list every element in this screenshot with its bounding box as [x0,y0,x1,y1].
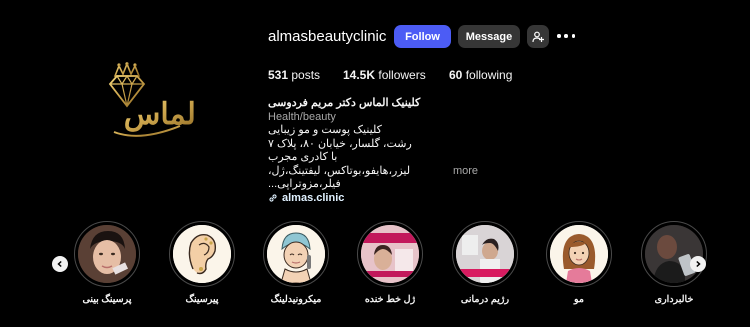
highlight-item[interactable]: ژل خط خنده [350,221,430,305]
bio-line: کلینیک پوست و مو زیبایی [268,124,382,136]
message-button[interactable]: Message [458,25,520,48]
following-count: 60 [449,68,463,82]
bio-line: لیزر،هایفو،بوتاکس، لیفتینگ،ژل، فیلر،مزوت… [268,164,411,191]
bio-category: Health/beauty [268,110,336,123]
hair-illustration-icon [550,225,608,283]
chevron-left-icon [57,260,62,268]
highlight-item[interactable]: پرسینگ بینی [67,221,147,305]
followers-label: followers [378,68,426,82]
suggest-user-button[interactable] [527,25,549,48]
following-label: following [465,68,513,82]
bio-display-name: کلینیک الماس دکتر مریم فردوسی [268,97,421,109]
followers-count: 14.5K [343,68,376,82]
profile-username: almasbeautyclinic [268,28,387,45]
bio-link-text: almas.clinic [282,191,345,204]
highlight-label: پیرسینگ [185,294,219,305]
highlights-next-button[interactable] [690,256,706,272]
highlight-item[interactable]: مو [539,221,619,305]
highlight-label: خالبرداری [654,294,694,305]
bio-line: رشت، گلسار، خیابان ۸۰، پلاک ۷ [268,137,412,150]
profile-bio: کلینیک الماس دکتر مریم فردوسی Health/bea… [268,97,478,205]
follow-button[interactable]: Follow [394,25,451,48]
portrait-photo-icon [78,225,136,283]
highlight-item[interactable]: پیرسینگ [162,221,242,305]
highlight-label: ژل خط خنده [364,294,416,305]
following-stat[interactable]: 60 following [449,68,512,82]
highlight-item[interactable]: رژیم درمانی [445,221,525,305]
phone-photo-icon [645,225,703,283]
bio-line: با کادری مجرب [268,151,338,163]
logo-wordmark: الماس [124,97,198,132]
bio-more-link[interactable]: more [453,165,478,179]
followers-stat[interactable]: 14.5K followers [343,68,426,82]
diamond-crown-logo-icon: الماس [108,61,204,137]
add-person-icon [532,31,544,42]
clinic-photo-icon [456,225,514,283]
bio-website-link[interactable]: almas.clinic [268,192,478,206]
chevron-right-icon [696,260,701,268]
towel-face-illustration-icon [267,225,325,283]
highlight-item[interactable]: میکرونیدلینگ [256,221,336,305]
clinic-logo: الماس [100,61,204,144]
highlight-label: مو [574,294,584,305]
posts-stat: 531 posts [268,68,320,82]
link-icon [269,194,277,202]
highlight-label: رژیم درمانی [460,294,510,305]
highlight-label: پرسینگ بینی [82,294,132,305]
highlight-label: میکرونیدلینگ [270,294,322,305]
promo-photo-icon [361,225,419,283]
posts-count: 531 [268,68,289,82]
posts-label: posts [291,68,321,82]
ear-illustration-icon [173,225,231,283]
more-options-icon[interactable] [557,28,575,44]
highlights-prev-button[interactable] [52,256,68,272]
